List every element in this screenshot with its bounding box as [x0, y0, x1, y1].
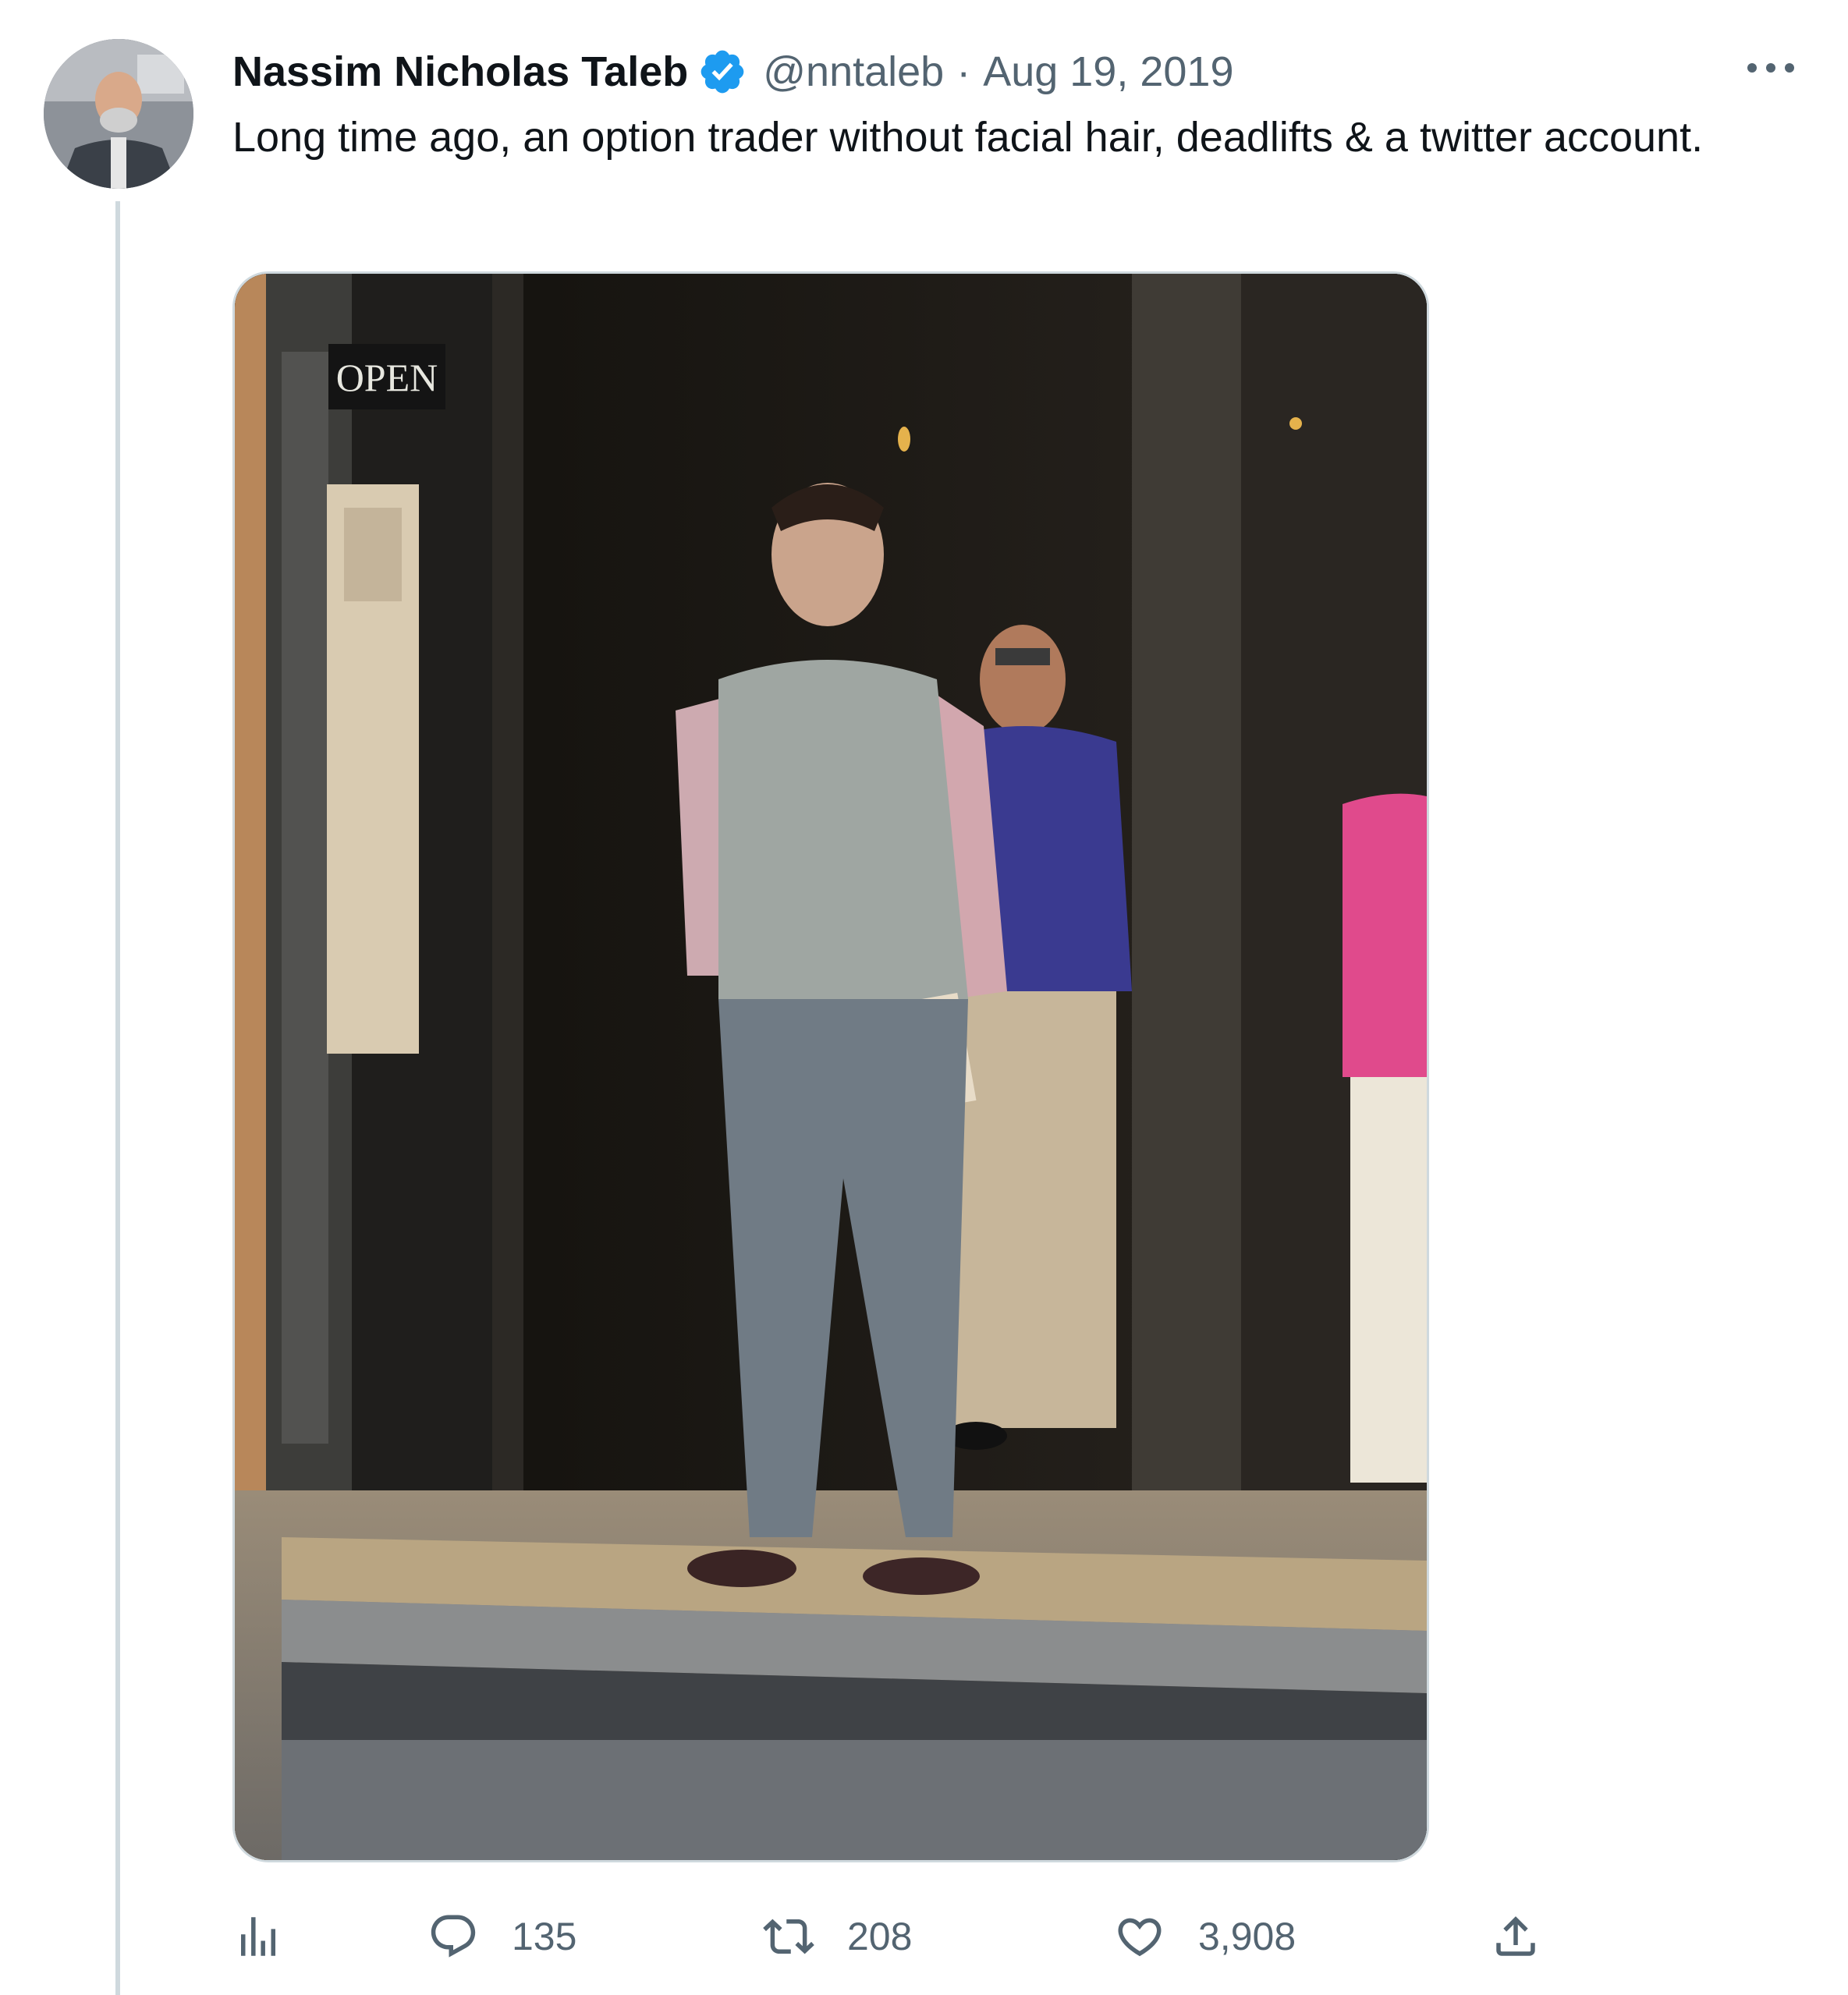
more-options-icon[interactable] [1740, 48, 1802, 87]
author-handle[interactable]: @nntaleb [763, 48, 944, 96]
thread-line [115, 201, 120, 1995]
tweet-photo[interactable]: OPEN [232, 271, 1429, 1862]
retweet-button[interactable]: 208 [763, 1903, 912, 1970]
tweet-action-bar: 135 208 3,908 [232, 1903, 1574, 1970]
retweet-icon [763, 1911, 814, 1962]
tweet-header: Nassim Nicholas Taleb @nntaleb · Aug 19,… [232, 41, 1233, 103]
heart-icon [1114, 1911, 1165, 1962]
share-button[interactable] [1490, 1903, 1541, 1970]
header-separator: · [956, 48, 971, 95]
reply-button[interactable]: 135 [427, 1903, 576, 1970]
like-count: 3,908 [1198, 1915, 1296, 1958]
like-button[interactable]: 3,908 [1114, 1903, 1296, 1970]
retweet-count: 208 [847, 1915, 913, 1958]
author-name[interactable]: Nassim Nicholas Taleb [232, 48, 688, 96]
share-icon [1490, 1911, 1541, 1962]
author-avatar[interactable] [44, 39, 193, 189]
analytics-icon [232, 1911, 284, 1962]
reply-icon [427, 1911, 479, 1962]
verified-badge-icon [697, 47, 747, 97]
tweet-text: Long time ago, an option trader without … [232, 114, 1704, 161]
photo-illustration: OPEN [235, 274, 1427, 1860]
reply-count: 135 [512, 1915, 577, 1958]
open-sign: OPEN [336, 356, 438, 399]
analytics-button[interactable] [232, 1903, 284, 1970]
avatar-photo [44, 39, 193, 189]
tweet-date[interactable]: Aug 19, 2019 [983, 48, 1233, 96]
